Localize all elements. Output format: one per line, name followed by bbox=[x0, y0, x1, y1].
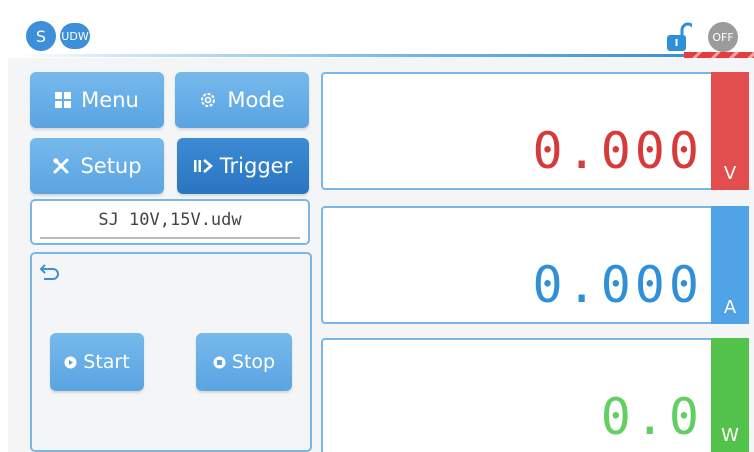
trigger-label: Trigger bbox=[219, 154, 293, 178]
stop-label: Stop bbox=[231, 351, 276, 373]
file-progress-track bbox=[40, 237, 300, 239]
file-name-field[interactable]: SJ 10V,15V.udw bbox=[30, 199, 310, 245]
status-divider-alert bbox=[684, 52, 754, 58]
start-label: Start bbox=[83, 351, 130, 373]
menu-label: Menu bbox=[81, 88, 139, 112]
list-control-panel: Start Stop bbox=[30, 252, 312, 452]
power-unit: W bbox=[711, 338, 749, 452]
voltage-value: 0.000 bbox=[532, 122, 703, 180]
gear-icon bbox=[199, 91, 217, 109]
start-icon bbox=[64, 356, 77, 369]
current-meter: 0.000 bbox=[321, 206, 719, 324]
start-button[interactable]: Start bbox=[50, 333, 144, 391]
voltage-unit: V bbox=[711, 72, 749, 190]
menu-button[interactable]: Menu bbox=[30, 72, 164, 128]
unlock-icon[interactable] bbox=[666, 22, 692, 52]
current-unit: A bbox=[711, 206, 749, 324]
device-screen: S UDW OFF Menu Mode Setup Trigger SJ 10V… bbox=[8, 8, 754, 452]
grid-icon bbox=[55, 92, 72, 108]
stop-icon bbox=[213, 356, 226, 369]
output-off-indicator[interactable]: OFF bbox=[708, 22, 738, 52]
current-value: 0.000 bbox=[532, 256, 703, 314]
setup-label: Setup bbox=[80, 154, 142, 178]
power-value: 0.0 bbox=[600, 388, 703, 446]
stop-button[interactable]: Stop bbox=[196, 333, 292, 391]
voltage-meter: 0.000 bbox=[321, 72, 719, 190]
back-arrow-icon[interactable] bbox=[39, 262, 63, 282]
mode-label: Mode bbox=[227, 88, 285, 112]
mode-button[interactable]: Mode bbox=[175, 72, 309, 128]
file-badge: UDW bbox=[60, 23, 90, 49]
power-meter: 0.0 bbox=[321, 338, 719, 452]
trigger-icon bbox=[193, 158, 214, 174]
trigger-button[interactable]: Trigger bbox=[177, 138, 309, 194]
file-name-text: SJ 10V,15V.udw bbox=[98, 210, 242, 230]
status-bar: S UDW OFF bbox=[8, 8, 754, 58]
tools-icon bbox=[52, 157, 70, 175]
status-divider bbox=[18, 54, 688, 57]
mode-badge: S bbox=[26, 21, 56, 51]
setup-button[interactable]: Setup bbox=[30, 138, 164, 194]
